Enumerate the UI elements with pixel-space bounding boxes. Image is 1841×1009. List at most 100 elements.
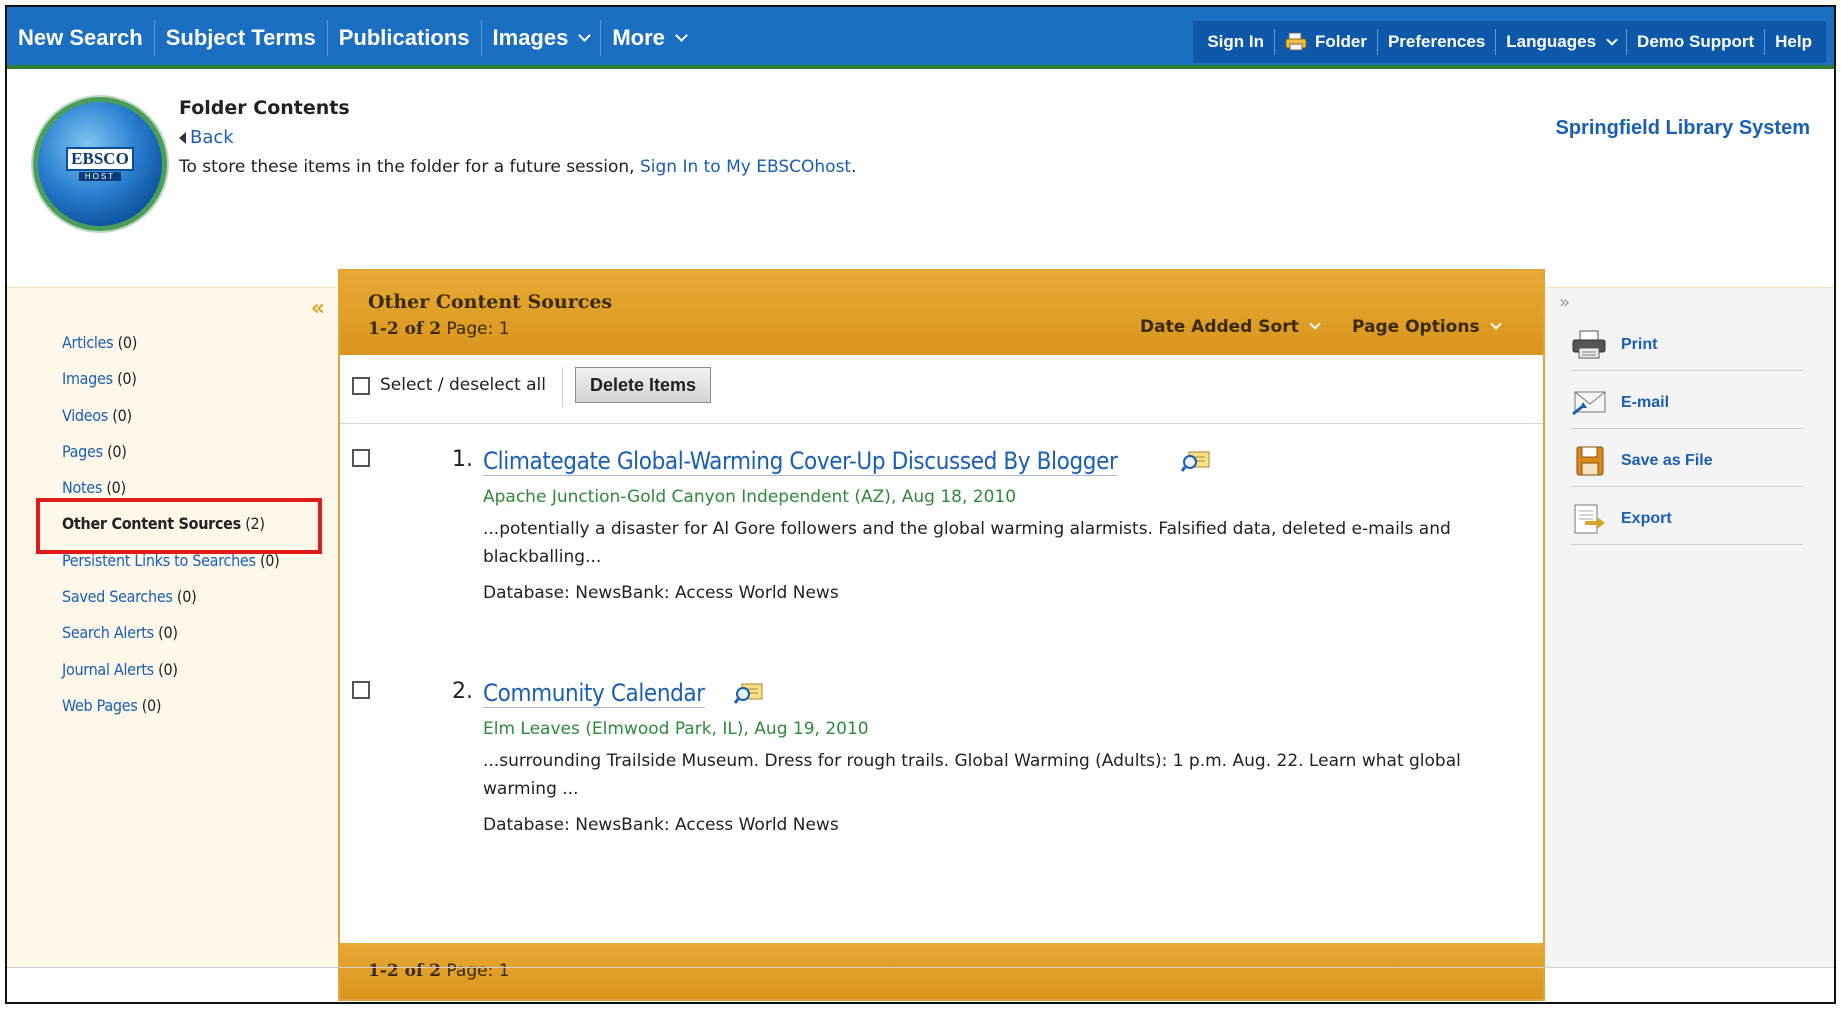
nav-label: New Search: [18, 25, 143, 50]
back-label: Back: [190, 127, 234, 148]
collapse-left-button[interactable]: «: [311, 296, 325, 321]
page-options-label: Page Options: [1352, 317, 1480, 337]
languages-label: Languages: [1506, 32, 1597, 51]
sidebar-item-count: (0): [158, 623, 178, 643]
languages-menu[interactable]: Languages: [1496, 29, 1628, 55]
nav-label: Subject Terms: [165, 25, 316, 50]
result-item: 2. Community Calendar Elm Leaves (Elmwoo…: [340, 679, 1543, 859]
store-info: To store these items in the folder for a…: [179, 157, 857, 177]
ebsco-logo[interactable]: EBSCO HOST: [33, 97, 167, 231]
results-panel: Other Content Sources 1-2 of 2 Page: 1 D…: [338, 269, 1545, 1001]
nav-label: Publications: [338, 25, 470, 50]
help-label: Help: [1775, 32, 1812, 51]
results-title: Other Content Sources: [368, 291, 613, 313]
page-title: Folder Contents: [179, 97, 350, 119]
nav-subject-terms[interactable]: Subject Terms: [155, 20, 328, 56]
result-source: Elm Leaves (Elmwood Park, IL), Aug 19, 2…: [483, 719, 869, 739]
nav-publications[interactable]: Publications: [328, 20, 482, 56]
nav-more[interactable]: More: [601, 20, 697, 56]
sidebar-item-label[interactable]: Images: [62, 369, 113, 388]
results-range: 1-2 of 2 Page: 1: [368, 319, 510, 339]
nav-images[interactable]: Images: [482, 20, 602, 56]
result-abstract: ...potentially a disaster for Al Gore fo…: [483, 519, 1451, 567]
select-all-checkbox[interactable]: [352, 377, 370, 395]
sidebar-item-saved-searches[interactable]: Saved Searches (0): [62, 586, 279, 622]
result-source: Apache Junction-Gold Canyon Independent …: [483, 487, 1017, 507]
sort-label: Date Added Sort: [1140, 317, 1299, 337]
sort-dropdown[interactable]: Date Added Sort: [1140, 317, 1321, 337]
result-checkbox[interactable]: [352, 449, 370, 467]
export-icon: [1574, 504, 1605, 534]
collapse-right-button[interactable]: »: [1559, 292, 1570, 313]
page-header: EBSCO HOST Folder Contents Back To store…: [7, 69, 1834, 287]
sidebar-item-label[interactable]: Web Pages: [62, 696, 138, 715]
chevron-down-icon: [1489, 318, 1502, 330]
export-tool[interactable]: Export: [1571, 494, 1803, 545]
preferences-link[interactable]: Preferences: [1378, 29, 1497, 55]
demo-support-label: Demo Support: [1637, 32, 1755, 51]
result-title-link[interactable]: Community Calendar: [483, 679, 705, 708]
sidebar-item-pages[interactable]: Pages (0): [62, 441, 279, 477]
select-all-label: Select / deselect all: [380, 375, 547, 395]
folder-link[interactable]: Folder: [1275, 29, 1378, 55]
results-header: Other Content Sources 1-2 of 2 Page: 1 D…: [340, 271, 1543, 355]
result-title-text: Climategate Global-Warming Cover-Up Disc…: [483, 447, 1118, 475]
results-range-footer: 1-2 of 2 Page: 1: [368, 961, 510, 981]
printer-icon: [1572, 330, 1606, 359]
save-as-file-tool[interactable]: Save as File: [1571, 436, 1803, 487]
page-label: Page: 1: [446, 961, 510, 981]
sidebar-item-label[interactable]: Pages: [62, 442, 103, 461]
email-tool[interactable]: E-mail: [1571, 378, 1803, 429]
sidebar-item-label[interactable]: Notes: [62, 478, 102, 497]
folder-sidebar: « Articles (0) Images (0) Videos (0) Pag…: [7, 287, 337, 968]
sign-in-link[interactable]: Sign In: [1197, 29, 1275, 55]
result-checkbox[interactable]: [352, 681, 370, 699]
help-link[interactable]: Help: [1765, 29, 1822, 55]
nav-new-search[interactable]: New Search: [7, 20, 155, 56]
sidebar-item-journal-alerts[interactable]: Journal Alerts (0): [62, 659, 279, 695]
sidebar-item-label[interactable]: Articles: [62, 333, 114, 352]
logo-subtext: HOST: [78, 172, 122, 181]
sidebar-item-count: (0): [117, 369, 137, 389]
store-text: To store these items in the folder for a…: [179, 157, 635, 177]
demo-support-link[interactable]: Demo Support: [1627, 29, 1766, 55]
top-toolbar: New Search Subject Terms Publications Im…: [7, 7, 1834, 69]
sidebar-item-count: (0): [117, 333, 138, 352]
sidebar-item-count: (0): [158, 659, 178, 679]
result-title-text: Community Calendar: [483, 679, 705, 707]
sidebar-item-articles[interactable]: Articles (0): [62, 332, 279, 368]
result-number: 1.: [452, 447, 473, 472]
email-icon: [1572, 391, 1606, 416]
sidebar-item-label[interactable]: Search Alerts: [62, 623, 154, 642]
folder-icon: [1285, 32, 1307, 51]
sidebar-item-web-pages[interactable]: Web Pages (0): [62, 695, 279, 731]
delete-items-button[interactable]: Delete Items: [575, 367, 712, 403]
sidebar-item-images[interactable]: Images (0): [62, 368, 279, 404]
print-tool[interactable]: Print: [1571, 320, 1803, 371]
back-link[interactable]: Back: [179, 127, 234, 148]
page-label: Page: 1: [446, 319, 510, 339]
results-footer: 1-2 of 2 Page: 1: [340, 943, 1543, 999]
main-nav: New Search Subject Terms Publications Im…: [7, 7, 697, 69]
store-text-end: .: [851, 157, 857, 177]
results-toolbar: Select / deselect all Delete Items: [340, 355, 1543, 424]
result-title-link[interactable]: Climategate Global-Warming Cover-Up Disc…: [483, 447, 1118, 476]
sidebar-item-label[interactable]: Saved Searches: [62, 587, 173, 606]
toolbar-divider: [562, 367, 563, 407]
sign-in-label: Sign In: [1207, 32, 1264, 51]
sidebar-item-persistent-links[interactable]: Persistent Links to Searches (0): [62, 550, 280, 586]
sidebar-item-videos[interactable]: Videos (0): [62, 405, 279, 441]
nav-label: Images: [492, 25, 569, 50]
preview-icon[interactable]: [734, 681, 764, 705]
sign-in-ebscohost-link[interactable]: Sign In to My EBSCOhost: [640, 157, 851, 177]
chevron-down-icon: [578, 28, 592, 42]
range-count: 1-2 of 2: [368, 319, 442, 339]
sidebar-item-label[interactable]: Journal Alerts: [62, 660, 154, 679]
logo-text: EBSCO: [66, 147, 134, 171]
sidebar-item-label[interactable]: Videos: [62, 406, 108, 425]
sidebar-item-search-alerts[interactable]: Search Alerts (0): [62, 622, 279, 658]
preview-icon[interactable]: [1181, 449, 1211, 473]
tool-label: Export: [1621, 510, 1672, 527]
bottom-divider: [7, 967, 1834, 968]
page-options-dropdown[interactable]: Page Options: [1352, 317, 1502, 337]
